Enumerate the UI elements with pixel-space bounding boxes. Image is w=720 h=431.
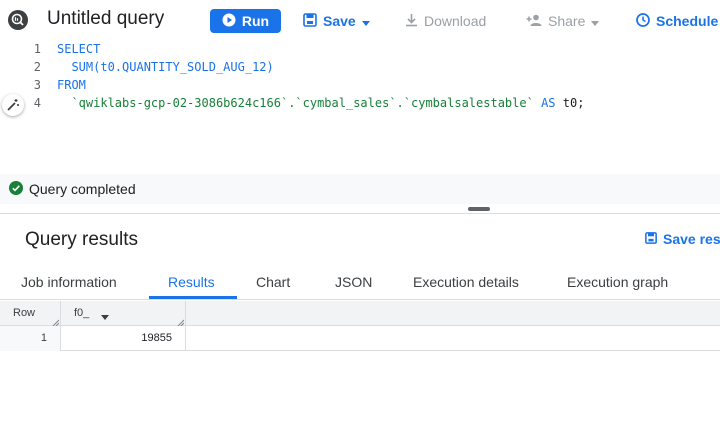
save-icon (645, 231, 657, 247)
chevron-down-icon (361, 13, 370, 29)
query-status-bar: Query completed (0, 174, 720, 204)
download-button[interactable]: Download (405, 10, 486, 32)
active-tab-indicator (149, 296, 237, 299)
save-label: Save (323, 13, 356, 29)
save-icon (303, 12, 317, 30)
column-header-row: Row (0, 301, 61, 327)
tab-execution-graph[interactable]: Execution graph (567, 274, 668, 290)
tab-chart[interactable]: Chart (256, 274, 290, 290)
check-circle-icon (9, 181, 23, 195)
save-results-label: Save res (663, 231, 720, 247)
person-add-icon (526, 13, 542, 29)
code-line-4: `qwiklabs-gcp-02-3086b624c166`.`cymbal_s… (57, 96, 584, 110)
play-icon (222, 13, 236, 30)
line-number: 3 (33, 78, 41, 92)
download-label: Download (424, 13, 487, 29)
table-reference: `qwiklabs-gcp-02-3086b624c166`.`cymbal_s… (57, 96, 534, 110)
column-header-label: f0_ (74, 307, 90, 319)
run-button[interactable]: Run (210, 9, 281, 33)
table-alias: t0; (562, 96, 585, 110)
resize-handle[interactable] (468, 207, 490, 211)
query-toolbar: Untitled query Run Save Download Share S… (0, 0, 720, 40)
schedule-button[interactable]: Schedule (636, 10, 718, 32)
tab-json[interactable]: JSON (335, 274, 372, 290)
line-number: 2 (33, 60, 41, 74)
result-value-cell[interactable]: 19855 (61, 326, 186, 351)
sort-down-icon[interactable] (101, 311, 109, 320)
results-tabs: Job information Results Chart JSON Execu… (0, 264, 720, 300)
schedule-label: Schedule (656, 13, 719, 29)
code-text: SUM(t0.QUANTITY_SOLD_AUG_12) (57, 60, 274, 74)
table-row: 1 19855 (0, 326, 720, 351)
chevron-down-icon (591, 13, 600, 29)
clock-icon (636, 12, 650, 30)
column-header-f0[interactable]: f0_ (61, 301, 186, 327)
tab-execution-details[interactable]: Execution details (413, 274, 519, 290)
column-header-label: Row (13, 307, 36, 319)
line-number: 4 (33, 96, 41, 110)
line-number: 1 (33, 42, 41, 56)
query-title[interactable]: Untitled query (47, 8, 164, 30)
tab-job-information[interactable]: Job information (21, 274, 117, 290)
as-keyword: AS (541, 96, 556, 110)
column-resize-icon[interactable] (177, 317, 185, 327)
run-label: Run (241, 13, 270, 29)
share-button[interactable]: Share (526, 10, 600, 32)
share-label: Share (548, 13, 586, 29)
save-button[interactable]: Save (303, 10, 370, 32)
row-number-cell: 1 (0, 326, 61, 351)
results-table-header: Row f0_ (0, 301, 720, 327)
query-editor-icon (7, 9, 29, 31)
download-icon (405, 13, 418, 30)
code-line-2: SUM(t0.QUANTITY_SOLD_AUG_12) (57, 60, 274, 74)
column-resize-icon[interactable] (52, 317, 60, 327)
save-results-button[interactable]: Save res (645, 231, 720, 247)
results-title: Query results (25, 229, 138, 250)
panel-divider (0, 213, 720, 214)
code-line-1: SELECT (57, 42, 101, 56)
code-line-3: FROM (57, 78, 86, 92)
tab-results[interactable]: Results (168, 274, 215, 290)
magic-wand-icon[interactable] (2, 94, 24, 116)
status-text: Query completed (29, 181, 136, 197)
sql-editor[interactable]: 1 2 3 4 SELECT SUM(t0.QUANTITY_SOLD_AUG_… (0, 40, 720, 174)
